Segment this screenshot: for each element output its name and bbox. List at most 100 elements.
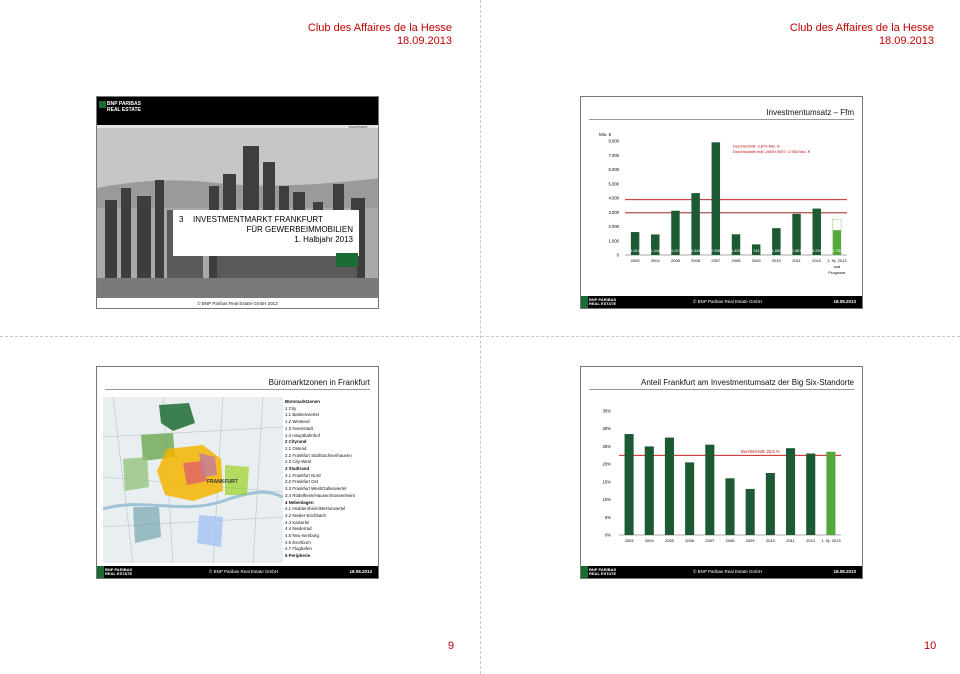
bar-value-label: 3.259 — [812, 249, 822, 253]
x-tick-label: 2010 — [766, 538, 776, 543]
x-tick-label: 1. Hj. 2013 — [821, 538, 841, 543]
horizontal-fold-line — [0, 336, 960, 337]
y-tick-label: 20% — [603, 462, 612, 467]
left-page-header: Club des Affaires de la Hesse 18.09.2013 — [308, 22, 452, 48]
forecast-bar — [832, 218, 842, 231]
legend-item: 4.7 Flughafen — [285, 546, 312, 552]
legend-item: 1.3 Innenstadt — [285, 425, 313, 431]
page-number-right: 10 — [924, 640, 937, 652]
legend-item: 4.3 Kaiserlei — [285, 519, 310, 525]
x-tick-label: 2004 — [645, 538, 655, 543]
map-city-label: FRANKFURT — [207, 479, 238, 485]
y-tick-label: 7.000 — [609, 153, 620, 158]
office-zones-map: FRANKFURT — [103, 397, 283, 563]
cover-title-line2: FÜR GEWERBEIMMOBILIEN — [246, 225, 353, 234]
frankfurt-share-chart: 0% 5% 10% 15% 20% 25% 30% 35% Durchschnitt: 22,5… — [603, 409, 842, 544]
bar — [685, 462, 695, 535]
x-tick-label: 2009 — [752, 258, 762, 263]
x-tick-label: 2007 — [711, 258, 721, 263]
investment-volume-slide: Investmentumsatz – Ffm Mio. € 0 1.000 2.000… — [580, 96, 863, 309]
footer-logo: BNP PARIBAS REAL ESTATE — [589, 297, 617, 306]
y-tick-label: 30% — [603, 426, 612, 431]
slide2-title: Investmentumsatz – Ffm — [589, 108, 854, 120]
x-tick-label: 2003 — [631, 258, 641, 263]
x-tick-sublabel: und — [834, 264, 841, 269]
x-tick-label: 2007 — [705, 538, 715, 543]
footer-copyright: © BNP Paribas Real Estate GmbH — [693, 299, 763, 304]
bnp-logo-icon — [99, 101, 106, 108]
x-tick-label: 2009 — [746, 538, 756, 543]
cover-copyright: © BNP Paribas Real Estate GmbH 2013 — [197, 301, 278, 306]
legend-item: Büromarktzonen — [285, 399, 320, 404]
bar — [624, 434, 634, 535]
bar — [786, 448, 796, 535]
slide4-title: Anteil Frankfurt am Investmentumsatz der… — [589, 378, 854, 390]
legend-item: 4 Nebenlagen — [285, 499, 314, 505]
bar — [664, 437, 674, 535]
footer-copyright: © BNP Paribas Real Estate GmbH — [693, 569, 763, 574]
y-tick-label: 4.000 — [609, 196, 620, 201]
x-tick-label: 1. Hj. 2013 — [827, 258, 847, 263]
x-tick-label: 2005 — [665, 538, 675, 543]
legend-item: 1 City — [285, 405, 297, 411]
footer-logo: BNP PARIBAS REAL ESTATE — [105, 567, 133, 576]
y-tick-label: 0 — [617, 253, 620, 258]
bar-value-label: 2.887 — [792, 249, 802, 253]
x-tick-label: 2006 — [691, 258, 701, 263]
y-tick-label: 5.000 — [609, 181, 620, 186]
footer-date: 18.08.2013 — [833, 299, 856, 304]
y-axis-unit: Mio. € — [599, 132, 612, 137]
y-tick-label: 35% — [603, 409, 612, 414]
y-tick-label: 15% — [603, 479, 612, 484]
x-tick-label: 2011 — [786, 538, 795, 543]
slide3-footer: BNP PARIBAS REAL ESTATE © BNP Paribas Rea… — [97, 566, 378, 578]
x-tick-label: 2005 — [671, 258, 681, 263]
legend-item: 3.1 Frankfurt Nord — [285, 472, 321, 478]
x-tick-sublabel: Prognose — [828, 270, 846, 275]
footer-copyright: © BNP Paribas Real Estate GmbH — [209, 569, 279, 574]
bar — [725, 478, 735, 535]
footer-logo-icon — [97, 566, 104, 578]
bar-value-label: 1.453 — [731, 249, 741, 253]
legend-item: 5 Peripherie — [285, 553, 311, 559]
y-tick-label: 5% — [605, 515, 611, 520]
legend-item: 3.2 Frankfurt Ost — [285, 479, 318, 485]
legend-item: 4.2 Nieder-Eschbach — [285, 512, 327, 518]
slide2-footer: BNP PARIBAS REAL ESTATE © BNP Paribas Rea… — [581, 296, 862, 308]
bar — [711, 142, 721, 255]
left-header-date: 18.09.2013 — [396, 35, 452, 47]
slide4-footer: BNP PARIBAS REAL ESTATE © BNP Paribas Rea… — [581, 566, 862, 578]
bar-value-label: 4.344 — [691, 249, 701, 253]
bar-value-label: 1.444 — [651, 249, 661, 253]
office-zones-slide: Büromarktzonen in Frankfurt FRANKFURT Bü… — [96, 366, 379, 579]
frankfurt-share-slide: Anteil Frankfurt am Investmentumsatz der… — [580, 366, 863, 579]
bar-value-label: 3.107 — [671, 249, 681, 253]
legend-item: 4.1 Heddernheim/Mertonviertel — [285, 506, 346, 512]
y-tick-label: 6.000 — [609, 167, 620, 172]
legend-item: 1.2 Westend — [285, 419, 310, 425]
y-tick-label: 1.000 — [609, 238, 620, 243]
average-label: Durchschnitt: 3.879 Mio. € — [733, 143, 780, 148]
y-tick-label: 25% — [603, 444, 612, 449]
footer-date: 18.08.2013 — [833, 569, 856, 574]
legend-item: 3.3 Frankfurt West/Gallusviertel — [285, 486, 347, 492]
y-tick-label: 0% — [605, 533, 611, 538]
y-tick-label: 10% — [603, 497, 612, 502]
right-page-header: Club des Affaires de la Hesse 18.09.2013 — [790, 22, 934, 48]
x-tick-label: 2008 — [726, 538, 736, 543]
legend-item: 4.4 Niederrad — [285, 526, 312, 532]
bar — [644, 446, 654, 535]
y-tick-label: 3.000 — [609, 210, 620, 215]
cover-slide: BNP PARIBAS REAL ESTATE INVESTMENT 3 INV… — [96, 96, 379, 309]
bar-value-label: 1.730 — [832, 249, 842, 253]
left-header-title: Club des Affaires de la Hesse — [307, 22, 452, 34]
x-tick-label: 2003 — [625, 538, 635, 543]
x-tick-label: 2012 — [806, 538, 816, 543]
bar — [705, 444, 715, 535]
legend-item: 4.6 Eschborn — [285, 539, 311, 545]
right-header-title: Club des Affaires de la Hesse — [789, 22, 934, 34]
bar-value-label: 7.908 — [711, 249, 721, 253]
footer-logo-icon — [581, 296, 588, 308]
investment-volume-chart: Mio. € 0 1.000 2.000 3.000 4.000 5.000 6.000 7.0… — [599, 132, 847, 275]
bar-value-label: 1.610 — [630, 249, 640, 253]
